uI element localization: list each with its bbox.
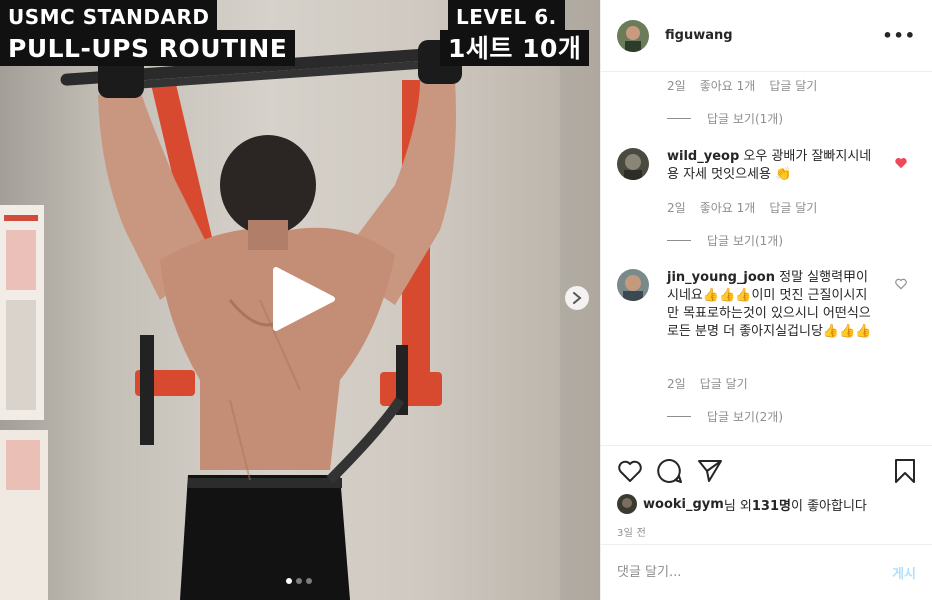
comment-body: jin_young_joon 정말 실행력甲이시네요👍👍👍이미 멋진 근질이시지…: [667, 269, 877, 341]
comment-like-count[interactable]: 좋아요 1개: [700, 199, 756, 216]
post-author-username[interactable]: figuwang: [665, 28, 733, 43]
reply-button[interactable]: 답글 달기: [769, 77, 817, 94]
likes-count[interactable]: 131명: [752, 495, 791, 514]
avatar[interactable]: [617, 148, 649, 180]
carousel-dot: [306, 578, 312, 584]
post-header: figuwang •••: [601, 0, 932, 72]
divider: [667, 416, 691, 417]
video-overlay-title: USMC STANDARD: [0, 0, 218, 33]
post-comment-button[interactable]: 게시: [892, 563, 916, 582]
likes-suffix-text: 이 좋아합니다: [790, 498, 867, 514]
comment-time: 2일: [667, 201, 686, 215]
heart-filled-icon[interactable]: [894, 156, 908, 170]
view-replies-button[interactable]: 답글 보기(2개): [667, 408, 783, 425]
more-options-icon[interactable]: •••: [882, 26, 916, 45]
comment-time: 2일: [667, 377, 686, 391]
divider: [667, 118, 691, 119]
comment-meta: 2일 좋아요 1개 답글 달기: [667, 77, 817, 94]
action-icon-row: [617, 458, 916, 484]
add-comment-bar: 게시: [601, 544, 932, 600]
view-replies-button[interactable]: 답글 보기(1개): [667, 232, 783, 249]
comment-like-count[interactable]: 좋아요 1개: [700, 77, 756, 94]
comments-list[interactable]: 2일 좋아요 1개 답글 달기 답글 보기(1개) wild_yeop 오우 광…: [601, 73, 932, 445]
comment-username[interactable]: jin_young_joon: [667, 270, 775, 285]
heart-icon[interactable]: [617, 459, 643, 483]
reply-button[interactable]: 답글 달기: [700, 375, 748, 392]
comment-time: 2일: [667, 79, 686, 93]
post-actions: wooki_gym 님 외 131명 이 좋아합니다 3일 전: [601, 445, 932, 539]
comment-body: wild_yeop 오우 광배가 잘빠지시네용 자세 멋잇으세용 👏: [667, 148, 877, 184]
chevron-right-icon: [573, 292, 582, 304]
carousel-dot: [286, 578, 292, 584]
comment-item: jin_young_joon 정말 실행력甲이시네요👍👍👍이미 멋진 근질이시지…: [617, 269, 916, 341]
play-icon[interactable]: [270, 266, 336, 332]
comment-meta: 2일 좋아요 1개 답글 달기: [667, 199, 817, 216]
share-icon[interactable]: [697, 459, 723, 483]
video-overlay-level: LEVEL 6.: [448, 0, 565, 33]
comment-input[interactable]: [617, 565, 893, 580]
likes-mid-text: 님 외: [723, 498, 752, 514]
carousel-dot: [296, 578, 302, 584]
post-modal: USMC STANDARD PULL-UPS ROUTINE LEVEL 6. …: [0, 0, 932, 600]
likes-summary: wooki_gym 님 외 131명 이 좋아합니다: [617, 494, 916, 514]
reply-button[interactable]: 답글 달기: [769, 199, 817, 216]
carousel-indicator: [286, 578, 312, 584]
post-date[interactable]: 3일 전: [617, 524, 916, 539]
bookmark-icon[interactable]: [894, 458, 916, 484]
view-replies-label: 답글 보기(2개): [707, 410, 784, 424]
avatar[interactable]: [617, 269, 649, 301]
avatar[interactable]: [617, 494, 637, 514]
video-overlay-sets: 1세트 10개: [440, 30, 590, 66]
avatar[interactable]: [617, 19, 649, 52]
post-side-panel: figuwang ••• 2일 좋아요 1개 답글 달기 답글 보기(1개) w…: [600, 0, 932, 600]
view-replies-label: 답글 보기(1개): [707, 234, 784, 248]
comment-meta: 2일 답글 달기: [667, 375, 748, 392]
comment-item: wild_yeop 오우 광배가 잘빠지시네용 자세 멋잇으세용 👏: [617, 148, 916, 184]
video-overlay-subtitle: PULL-UPS ROUTINE: [0, 30, 296, 66]
next-slide-button[interactable]: [565, 286, 589, 310]
heart-outline-icon[interactable]: [894, 277, 908, 291]
divider: [667, 240, 691, 241]
video-player[interactable]: USMC STANDARD PULL-UPS ROUTINE LEVEL 6. …: [0, 0, 600, 600]
view-replies-label: 답글 보기(1개): [707, 112, 784, 126]
comment-username[interactable]: wild_yeop: [667, 149, 739, 164]
comment-icon[interactable]: [657, 458, 683, 484]
view-replies-button[interactable]: 답글 보기(1개): [667, 110, 783, 127]
liker-username[interactable]: wooki_gym: [643, 497, 724, 512]
